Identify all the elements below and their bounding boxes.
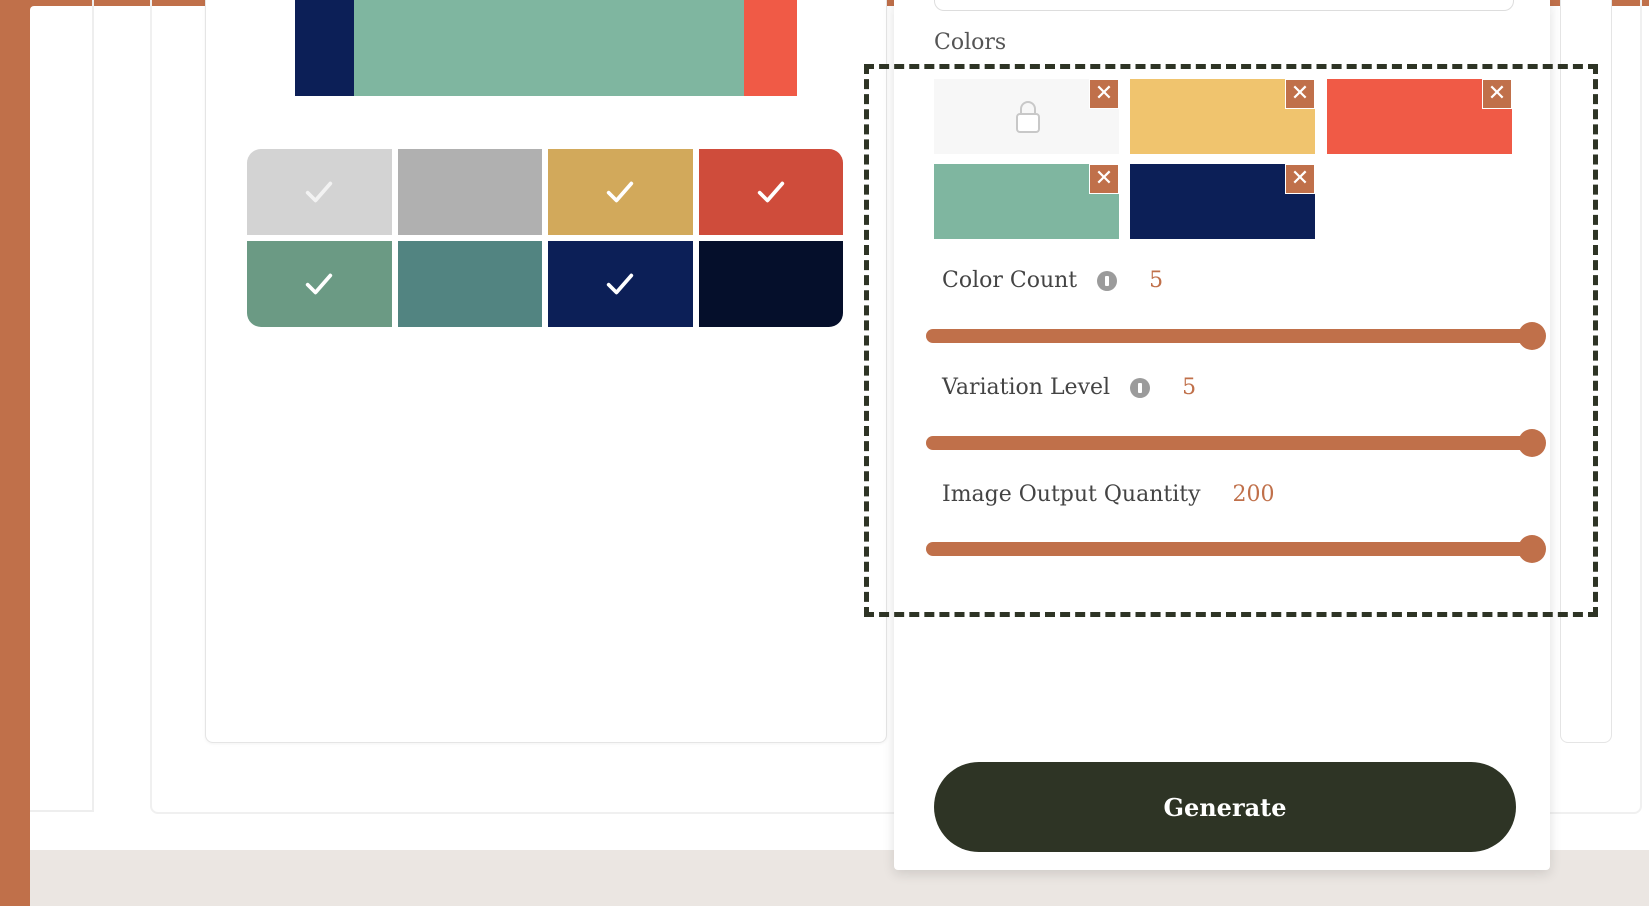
swatch[interactable] [247, 149, 392, 235]
check-icon [607, 273, 634, 295]
palette-preview-bar [295, 0, 797, 96]
palette-preview-panel [205, 0, 887, 743]
swatch-grid [247, 149, 843, 327]
highlight-dashed-box [864, 64, 1598, 617]
swatch[interactable] [397, 241, 542, 327]
colors-label: Colors [934, 30, 1007, 55]
swatch[interactable] [548, 241, 693, 327]
check-icon [306, 181, 333, 203]
check-icon [306, 273, 333, 295]
check-icon [757, 181, 784, 203]
generate-button[interactable]: Generate [934, 762, 1516, 852]
swatch[interactable] [397, 149, 542, 235]
preview-segment [743, 0, 797, 96]
swatch[interactable] [548, 149, 693, 235]
swatch[interactable] [247, 241, 392, 327]
preview-segment [354, 0, 744, 96]
preview-segment [295, 0, 355, 96]
check-icon [607, 181, 634, 203]
top-input-edge [934, 0, 1514, 11]
left-edge-frame [30, 0, 94, 812]
swatch[interactable] [698, 241, 843, 327]
swatch[interactable] [698, 149, 843, 235]
